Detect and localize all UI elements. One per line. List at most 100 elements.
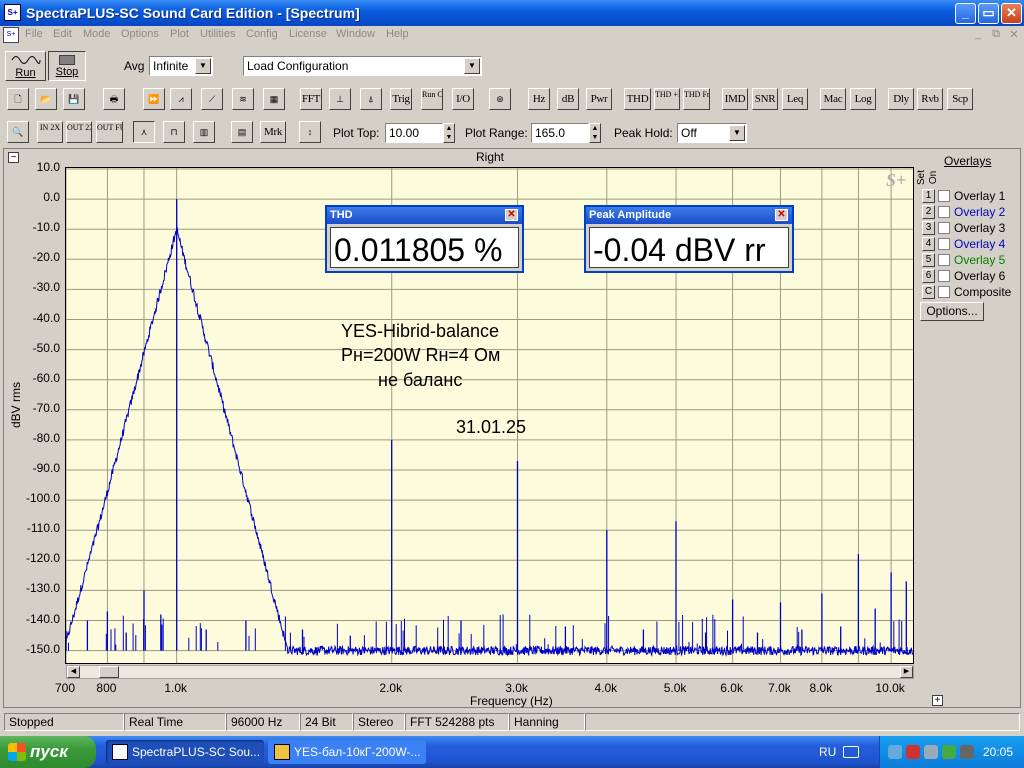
mdi-minimize-button[interactable]: _ [970, 28, 986, 42]
log-button[interactable]: Log [850, 88, 876, 110]
overlay-set-button-1[interactable]: 1 [922, 189, 935, 203]
thd-meter-window[interactable]: THD ✕ 0.011805 % [325, 205, 524, 273]
rvb-button[interactable]: Rvb [917, 88, 943, 110]
menu-mode[interactable]: Mode [83, 28, 111, 40]
plot-top-input[interactable]: 10.00 [385, 123, 443, 143]
menu-window[interactable]: Window [336, 28, 375, 40]
overlay-checkbox-3[interactable] [938, 222, 950, 234]
overlay-set-button-3[interactable]: 3 [922, 221, 935, 235]
menu-file[interactable]: File [25, 28, 43, 40]
language-indicator[interactable]: RU [819, 745, 836, 759]
maximize-button[interactable]: ▭ [978, 3, 999, 24]
scroll-right-button[interactable]: ▶ [900, 666, 913, 678]
scp-button[interactable]: Scp [947, 88, 973, 110]
close-button[interactable]: ✕ [1001, 3, 1022, 24]
vertical-scale-icon[interactable]: ↕ [299, 121, 321, 143]
plot-range-spinner[interactable]: ▲ ▼ [589, 123, 601, 143]
overlay-set-button-5[interactable]: 5 [922, 253, 935, 267]
sawtooth-icon[interactable]: ⟋ [201, 88, 223, 110]
db-button[interactable]: dB [557, 88, 579, 110]
overlay-set-button-4[interactable]: 4 [922, 237, 935, 251]
spectrum-mode-icon[interactable]: ⩘ [170, 88, 192, 110]
menu-options[interactable]: Options [121, 28, 159, 40]
overlay-checkbox-6[interactable] [938, 270, 950, 282]
app-icon[interactable]: S+ [4, 4, 21, 21]
scale-icon[interactable]: ⊥ [329, 88, 351, 110]
start-button[interactable]: пуск [0, 736, 96, 768]
menu-help[interactable]: Help [386, 28, 409, 40]
thd-freq-button[interactable]: THD Freq [683, 88, 710, 110]
overlay-checkbox-1[interactable] [938, 190, 950, 202]
io-button[interactable]: I/O [452, 88, 474, 110]
imd-button[interactable]: IMD [722, 88, 748, 110]
network-disconnected-icon[interactable] [906, 745, 920, 759]
pwr-button[interactable]: Pwr [586, 88, 612, 110]
menu-utilities[interactable]: Utilities [200, 28, 235, 40]
thd-button[interactable]: THD [624, 88, 651, 110]
overlay-set-button-composite[interactable]: C [922, 285, 935, 299]
overlay-set-button-6[interactable]: 6 [922, 269, 935, 283]
new-file-icon[interactable]: 🗋 [7, 88, 29, 110]
zoom-out-button[interactable]: OUT 2X [66, 121, 92, 143]
stop-button[interactable]: Stop [48, 51, 86, 81]
scroll-thumb[interactable] [99, 666, 119, 678]
overlay-set-button-2[interactable]: 2 [922, 205, 935, 219]
trigger-icon[interactable]: ⍋ [360, 88, 382, 110]
overlay-checkbox-4[interactable] [938, 238, 950, 250]
peak-amplitude-window[interactable]: Peak Amplitude ✕ -0.04 dBV rr [584, 205, 794, 273]
configuration-select[interactable]: Load Configuration ▼ [243, 56, 482, 76]
avg-select[interactable]: Infinite ▼ [149, 56, 213, 76]
spectrogram-icon[interactable]: ▦ [263, 88, 285, 110]
waterfall-icon[interactable]: ≋ [232, 88, 254, 110]
overlay-options-button[interactable]: Options... [920, 302, 984, 321]
table-icon[interactable]: ▤ [231, 121, 253, 143]
peak-hold-select[interactable]: Off ▼ [677, 123, 747, 143]
fft-button[interactable]: FFT [300, 88, 322, 110]
volume-icon[interactable] [924, 745, 938, 759]
overlay-checkbox-5[interactable] [938, 254, 950, 266]
thd-n-button[interactable]: THD +N [654, 88, 680, 110]
overlay-checkbox-composite[interactable] [938, 286, 950, 298]
scroll-left-button[interactable]: ◀ [67, 666, 80, 678]
leq-button[interactable]: Leq [782, 88, 808, 110]
antivirus-icon[interactable] [942, 745, 956, 759]
save-icon[interactable]: 💾 [63, 88, 85, 110]
dly-button[interactable]: Dly [888, 88, 914, 110]
zoom-icon[interactable]: 🔍 [7, 121, 29, 143]
mac-button[interactable]: Mac [820, 88, 846, 110]
snr-button[interactable]: SNR [752, 88, 778, 110]
plot-top-spinner[interactable]: ▲ ▼ [443, 123, 455, 143]
overlay-checkbox-2[interactable] [938, 206, 950, 218]
tray-app-icon[interactable] [960, 745, 974, 759]
menu-license[interactable]: License [289, 28, 327, 40]
menu-config[interactable]: Config [246, 28, 278, 40]
zoom-in-button[interactable]: IN 2X [37, 121, 63, 143]
bar-plot-icon[interactable]: ▥ [193, 121, 215, 143]
trig-button[interactable]: Trig [390, 88, 412, 110]
horizontal-scrollbar[interactable]: ◀ ▶ [66, 665, 914, 679]
line-plot-icon[interactable]: ⋏ [133, 121, 155, 143]
minimize-button[interactable]: _ [955, 3, 976, 24]
marker-button[interactable]: Mrk [260, 121, 286, 143]
mdi-close-button[interactable]: ✕ [1006, 28, 1022, 42]
menu-plot[interactable]: Plot [170, 28, 189, 40]
signal-generator-icon[interactable]: ⊛ [489, 88, 511, 110]
keyboard-icon[interactable] [843, 746, 859, 758]
document-icon[interactable]: S+ [3, 27, 19, 43]
run-button[interactable]: Run [5, 51, 46, 81]
taskbar-item-spectraplus[interactable]: SpectraPLUS-SC Sou... [106, 740, 264, 764]
plot-range-input[interactable]: 165.0 [531, 123, 589, 143]
print-icon[interactable]: 🖶 [103, 88, 125, 110]
menu-edit[interactable]: Edit [53, 28, 72, 40]
mdi-restore-button[interactable]: ⧉ [988, 28, 1004, 42]
title-bar[interactable]: S+ SpectraPLUS-SC Sound Card Edition - [… [0, 0, 1024, 26]
open-folder-icon[interactable]: 📂 [35, 88, 57, 110]
run-ctrl-button[interactable]: Run Ctrl [421, 88, 443, 110]
hz-button[interactable]: Hz [528, 88, 550, 110]
thd-meter-close-button[interactable]: ✕ [505, 209, 518, 221]
network-icon[interactable] [888, 745, 902, 759]
expand-button[interactable]: + [932, 695, 943, 706]
zoom-full-button[interactable]: OUT FULL [96, 121, 123, 143]
step-plot-icon[interactable]: ⊓ [163, 121, 185, 143]
peak-amplitude-close-button[interactable]: ✕ [775, 209, 788, 221]
